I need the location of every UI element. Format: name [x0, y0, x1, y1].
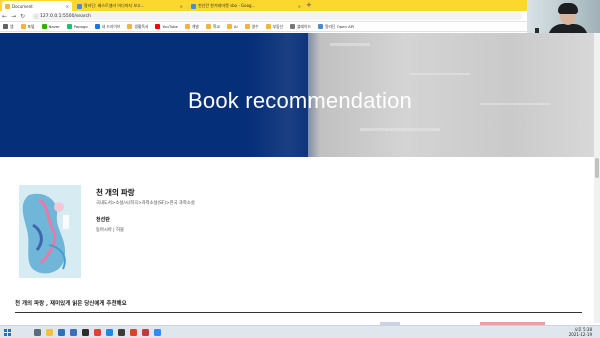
vscode-icon[interactable] [106, 329, 113, 336]
book-category: 국내도서>소설/시/희곡>과학소설(SF)>한국 과학소설 [96, 201, 195, 206]
bookmark-item[interactable]: 생활독서 [127, 24, 148, 30]
bookmark-favicon-icon [318, 24, 324, 29]
bookmark-label: 내 드라이브 [101, 23, 121, 29]
bookmark-label: 알라딘 Open API [325, 23, 355, 29]
close-icon[interactable]: ✕ [63, 4, 69, 9]
bookmark-item[interactable]: YouTube [155, 24, 178, 29]
clock-date: 2021-12-19 [568, 332, 592, 337]
bookmark-favicon-icon [290, 24, 296, 29]
forward-arrow-icon[interactable]: → [9, 13, 18, 20]
bookmark-item[interactable]: 개발 [184, 23, 199, 30]
bookmark-label: Naver [48, 24, 60, 29]
bookmark-favicon-icon [244, 24, 250, 29]
bookmark-favicon-icon [94, 24, 100, 29]
bookmark-label: 부동산 [272, 23, 284, 29]
hero-title: Book recommendation [188, 88, 412, 113]
tab-label: 알라딘: 베스트셀러 어디까지 보고... [84, 3, 145, 8]
bookmark-label: 영수 [251, 23, 259, 29]
bookmark-item[interactable]: 블레이드 [290, 24, 311, 30]
address-text: 127.0.0.1:5500/search [40, 14, 91, 19]
bookmark-favicon-icon [265, 24, 271, 29]
book-cover-image[interactable] [19, 185, 81, 278]
bookmark-item[interactable]: 부동산 [265, 23, 284, 30]
tab-label: Document [12, 3, 33, 9]
reload-icon[interactable]: ↻ [18, 13, 27, 20]
scrollbar-track[interactable] [594, 33, 600, 323]
tab-aladin[interactable]: 알라딘: 베스트셀러 어디까지 보고... ✕ [74, 1, 186, 11]
mail-icon[interactable] [70, 329, 77, 336]
address-bar[interactable]: ⓘ 127.0.0.1:5500/search [32, 13, 522, 20]
zoom-icon[interactable] [154, 329, 161, 336]
bookmark-favicon-icon [66, 24, 72, 29]
bookmark-item[interactable]: 영수 [244, 23, 259, 30]
new-tab-button[interactable]: + [306, 1, 312, 10]
recommendation-heading: 천 개의 파랑 , 재미있게 읽은 당신에게 추천해요 [15, 301, 127, 307]
close-icon[interactable]: ✕ [177, 4, 183, 9]
bookmark-favicon-icon [127, 24, 133, 29]
kakao-icon[interactable] [118, 329, 125, 336]
bookmark-label: Papago [73, 24, 88, 29]
tab-google[interactable]: 천선란 한겨레마켓 sbo - Goog... ✕ [188, 1, 304, 11]
file-explorer-icon[interactable] [46, 329, 53, 336]
hero-banner: Book recommendation [0, 33, 600, 157]
tab-document[interactable]: Document ✕ [2, 1, 72, 11]
info-icon[interactable]: ⓘ [34, 13, 38, 20]
bookmark-item[interactable]: Naver [41, 24, 60, 29]
bookmark-favicon-icon [155, 24, 161, 29]
bookmark-item[interactable]: 내 드라이브 [94, 23, 121, 30]
browser-tab-strip: Document ✕ 알라딘: 베스트셀러 어디까지 보고... ✕ 천선란 한… [0, 0, 600, 11]
bookmark-label: 블레이드 [297, 23, 312, 29]
powerpoint-icon[interactable] [130, 329, 137, 336]
store-icon[interactable] [58, 329, 65, 336]
tab-favicon [5, 3, 10, 9]
terminal-icon[interactable] [82, 329, 89, 336]
tab-favicon [191, 3, 196, 9]
bookmark-favicon-icon [184, 24, 190, 29]
windows-taskbar: 오후 5:38 2021-12-19 [0, 325, 600, 338]
book-publisher: 동아시아 | 허블 [96, 228, 124, 233]
bookmarks-bar: 앱 포털 Naver Papago 내 드라이브 생활독서 YouTube 개발 학교 AI 영수 부… [0, 22, 600, 32]
bookmark-label: AI [233, 24, 238, 29]
bookmark-label: 개발 [191, 23, 199, 29]
bookmark-favicon-icon [226, 24, 232, 29]
book-author: 천선란 [96, 217, 110, 223]
back-arrow-icon[interactable]: ← [0, 13, 9, 20]
browser-toolbar: ← → ↻ ⓘ 127.0.0.1:5500/search [0, 11, 600, 22]
chrome-icon[interactable] [94, 329, 101, 336]
bookmark-favicon-icon [41, 24, 47, 29]
bookmark-label: 학교 [212, 23, 220, 29]
bookmark-favicon-icon [20, 24, 26, 29]
bookmark-favicon-icon [3, 24, 8, 29]
bookmark-favicon-icon [205, 24, 211, 29]
bookmark-label: YouTube [162, 24, 178, 29]
tab-favicon [77, 3, 82, 9]
close-icon[interactable]: ✕ [295, 4, 301, 9]
bookmark-label: 앱 [10, 23, 14, 29]
scrollbar-thumb[interactable] [595, 158, 599, 178]
book-title[interactable]: 천 개의 파랑 [96, 187, 135, 198]
bookmark-item[interactable]: AI [226, 24, 238, 29]
search-icon[interactable] [34, 329, 41, 336]
section-divider [15, 312, 582, 313]
bookmark-item[interactable]: Papago [66, 24, 88, 29]
system-clock[interactable]: 오후 5:38 2021-12-19 [569, 327, 592, 337]
app-icon[interactable] [142, 329, 149, 336]
bookmark-item[interactable]: 포털 [20, 23, 35, 30]
bookmark-item[interactable]: 알라딘 Open API [318, 24, 354, 30]
windows-start-icon[interactable] [4, 329, 11, 336]
bookmark-label: 포털 [27, 23, 35, 29]
bookmark-item[interactable]: 앱 [3, 24, 14, 30]
bookmark-item[interactable]: 학교 [205, 23, 220, 30]
tab-label: 천선란 한겨레마켓 sbo - Goog... [198, 3, 256, 8]
bookmark-label: 생활독서 [134, 23, 149, 29]
